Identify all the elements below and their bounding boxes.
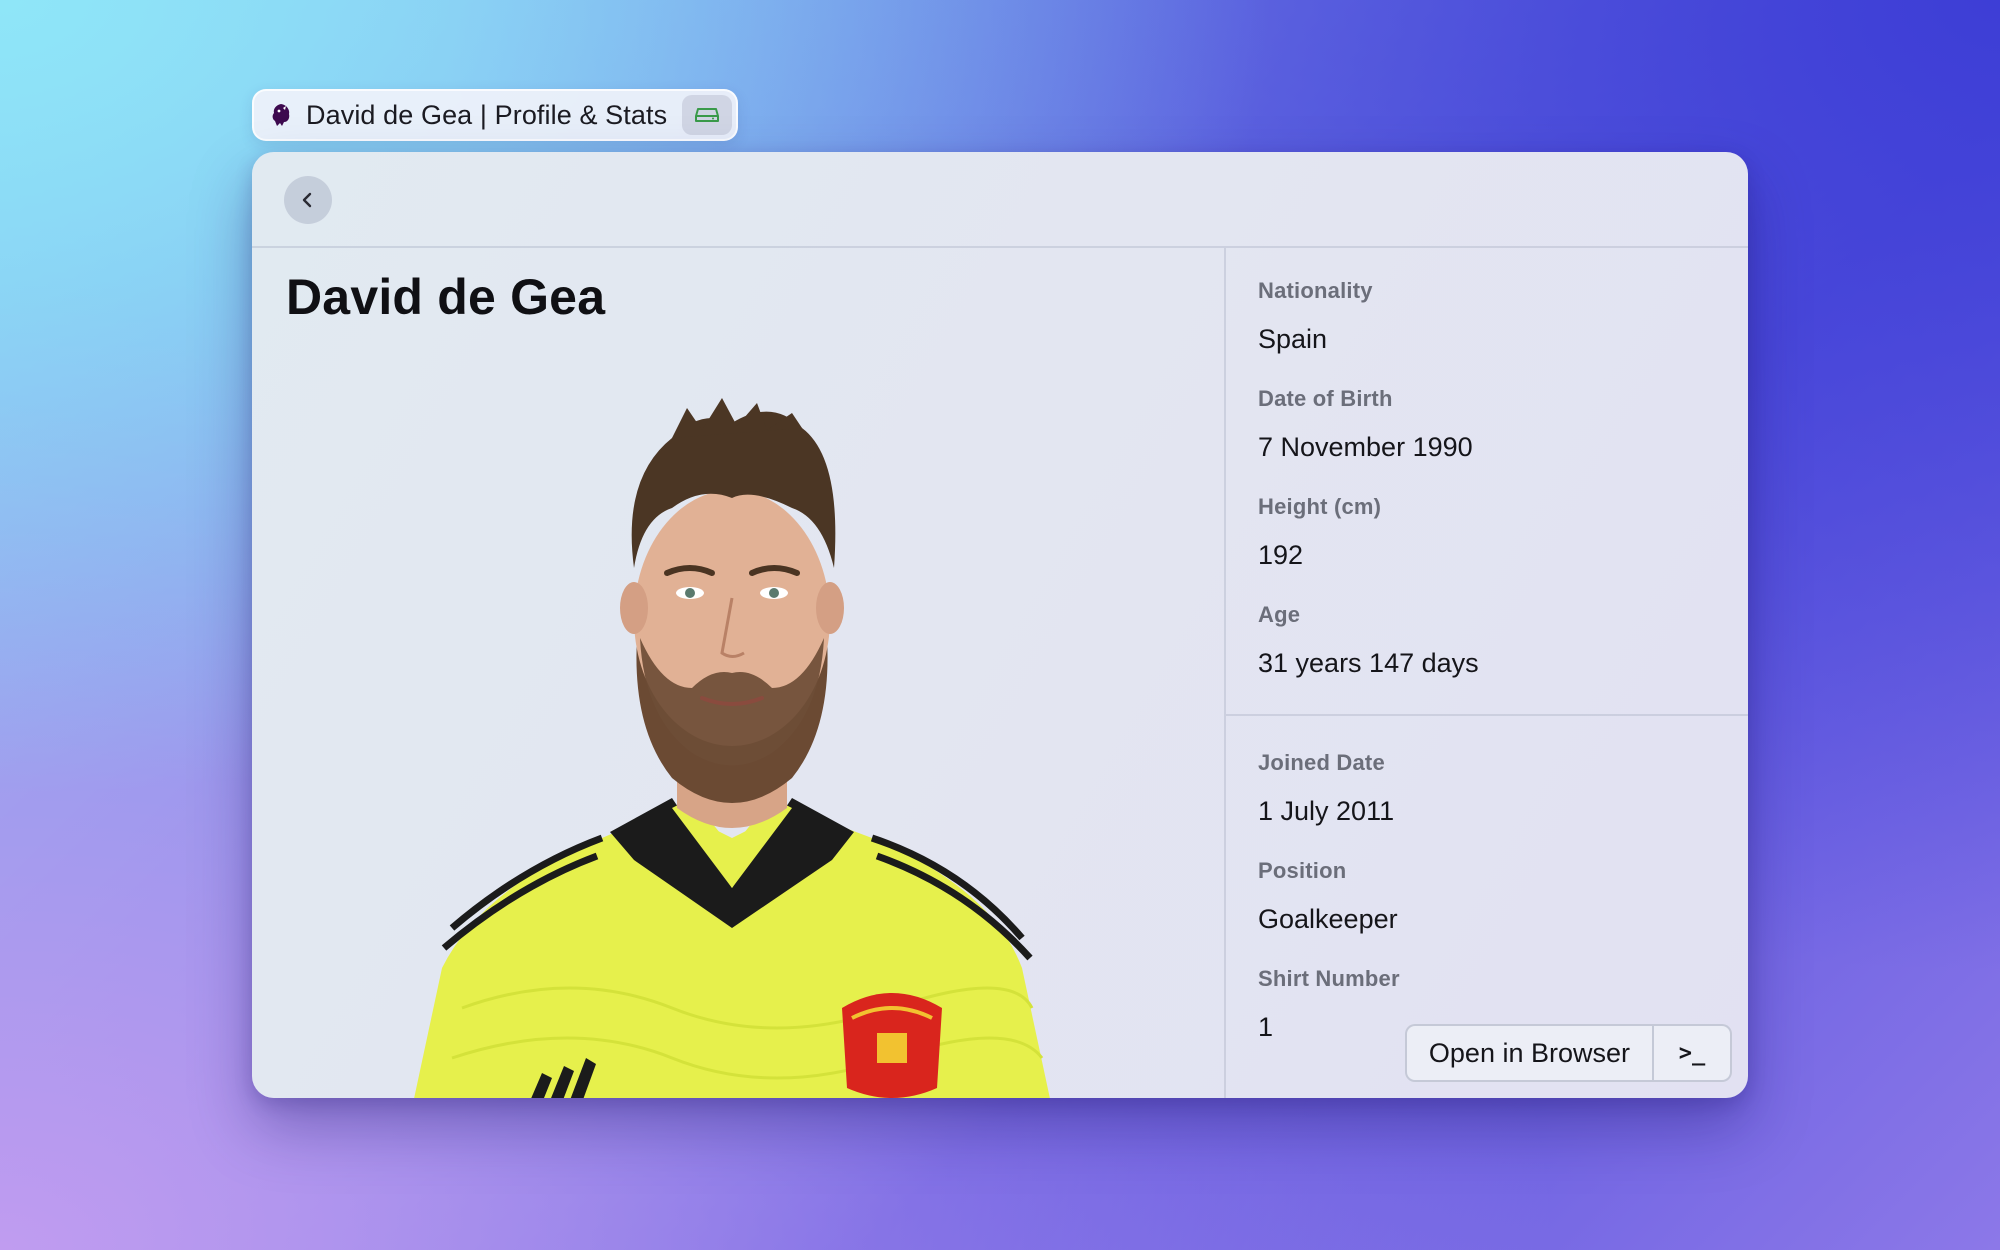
club-badge bbox=[842, 993, 942, 1098]
field-value: 31 years 147 days bbox=[1258, 648, 1479, 678]
field-value: 1 bbox=[1258, 1012, 1274, 1042]
height-field: Height (cm) 192 bbox=[1258, 494, 1381, 571]
player-name: David de Gea bbox=[286, 269, 606, 325]
tab-title: David de Gea | Profile & Stats bbox=[306, 99, 668, 130]
field-value: 192 bbox=[1258, 540, 1304, 570]
field-label: Date of Birth bbox=[1258, 386, 1393, 411]
nationality-field: Nationality Spain bbox=[1258, 278, 1373, 355]
field-label: Position bbox=[1258, 858, 1347, 883]
premier-league-lion-icon bbox=[268, 102, 294, 128]
open-in-browser-button[interactable]: Open in Browser bbox=[1407, 1026, 1654, 1080]
field-value: Spain bbox=[1258, 324, 1328, 354]
field-value: 7 November 1990 bbox=[1258, 432, 1473, 462]
position-field: Position Goalkeeper bbox=[1258, 858, 1398, 935]
field-label: Joined Date bbox=[1258, 750, 1385, 775]
back-button[interactable] bbox=[284, 176, 332, 224]
personal-details-group: Nationality Spain Date of Birth 7 Novemb… bbox=[1226, 248, 1748, 716]
field-value: Goalkeeper bbox=[1258, 904, 1398, 934]
field-label: Height (cm) bbox=[1258, 494, 1382, 519]
player-details-pane: Nationality Spain Date of Birth 7 Novemb… bbox=[1226, 248, 1748, 1098]
window-header bbox=[252, 152, 1748, 248]
window-tab[interactable]: David de Gea | Profile & Stats bbox=[252, 89, 738, 141]
field-label: Shirt Number bbox=[1258, 966, 1400, 991]
date-of-birth-field: Date of Birth 7 November 1990 bbox=[1258, 386, 1473, 463]
player-detail-window: David de Gea Nationality Spain Date of B… bbox=[252, 152, 1748, 1098]
field-label: Nationality bbox=[1258, 278, 1373, 303]
storage-drive-icon[interactable] bbox=[682, 95, 732, 135]
action-bar: Open in Browser >_ bbox=[1404, 1024, 1732, 1082]
field-value: 1 July 2011 bbox=[1258, 796, 1395, 826]
player-portrait bbox=[414, 398, 1050, 1098]
age-field: Age 31 years 147 days bbox=[1258, 602, 1479, 679]
field-label: Age bbox=[1258, 602, 1301, 627]
shirt-number-field: Shirt Number 1 bbox=[1258, 966, 1400, 1043]
player-main-pane: David de Gea bbox=[252, 248, 1226, 1098]
joined-date-field: Joined Date 1 July 2011 bbox=[1258, 750, 1394, 827]
terminal-icon[interactable]: >_ bbox=[1654, 1026, 1730, 1080]
chevron-left-icon bbox=[302, 192, 312, 208]
